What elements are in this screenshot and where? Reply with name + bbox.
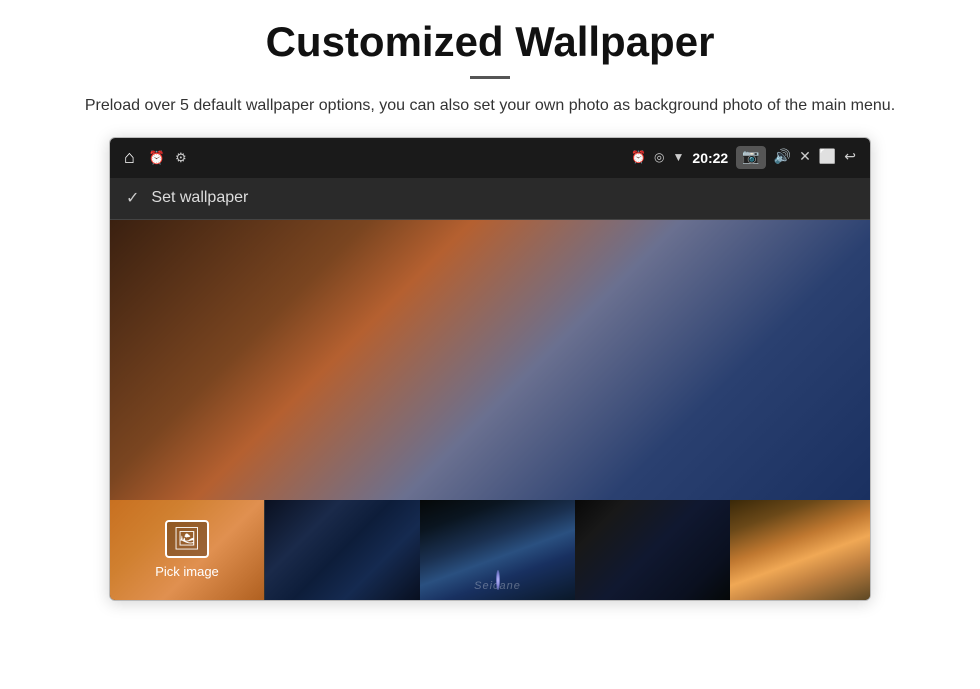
title-divider xyxy=(470,76,510,79)
thumbnail-4[interactable] xyxy=(730,500,870,600)
wifi-icon: ▼ xyxy=(673,150,685,165)
status-bar-center: ⏰ ◎ ▼ 20:22 xyxy=(187,150,737,166)
thumbnail-1[interactable] xyxy=(265,500,420,600)
usb-icon: ⚙ xyxy=(175,150,187,166)
app-bar-title: Set wallpaper xyxy=(151,189,248,207)
check-icon[interactable]: ✓ xyxy=(126,188,139,208)
alarm-status-icon: ⏰ xyxy=(631,150,646,165)
page-title: Customized Wallpaper xyxy=(30,18,950,66)
device-screenshot: ⌂ ⏰ ⚙ ⏰ ◎ ▼ 20:22 📷 🔊 ✕ ⬜ ↩ ✓ xyxy=(109,137,871,601)
status-icons-left: ⏰ ⚙ xyxy=(149,150,187,166)
thumbnails-strip: 🖼 Pick image Seicane xyxy=(110,500,870,600)
pick-image-button[interactable]: 🖼 Pick image xyxy=(110,500,265,600)
pick-image-label: Pick image xyxy=(155,564,219,579)
time-display: 20:22 xyxy=(692,150,728,166)
close-icon[interactable]: ✕ xyxy=(799,149,811,166)
camera-button[interactable]: 📷 xyxy=(736,146,765,169)
app-bar: ✓ Set wallpaper xyxy=(110,178,870,220)
back-icon[interactable]: ↩ xyxy=(844,149,856,166)
pick-image-icon: 🖼 xyxy=(165,520,209,558)
thumbnail-2[interactable]: Seicane xyxy=(420,500,575,600)
seicane-watermark-thumb2: Seicane xyxy=(474,580,521,592)
status-bar-left: ⌂ ⏰ ⚙ xyxy=(124,147,187,168)
volume-icon[interactable]: 🔊 xyxy=(774,149,791,166)
window-icon[interactable]: ⬜ xyxy=(819,149,836,166)
home-icon[interactable]: ⌂ xyxy=(124,147,135,168)
page-subtitle: Preload over 5 default wallpaper options… xyxy=(30,93,950,119)
alarm-icon: ⏰ xyxy=(149,150,165,166)
status-bar: ⌂ ⏰ ⚙ ⏰ ◎ ▼ 20:22 📷 🔊 ✕ ⬜ ↩ xyxy=(110,138,870,178)
status-bar-right: 📷 🔊 ✕ ⬜ ↩ xyxy=(736,146,856,169)
page-wrapper: Customized Wallpaper Preload over 5 defa… xyxy=(0,0,980,621)
wallpaper-preview xyxy=(110,220,870,500)
location-icon: ◎ xyxy=(654,150,664,165)
thumbnail-3[interactable] xyxy=(575,500,730,600)
